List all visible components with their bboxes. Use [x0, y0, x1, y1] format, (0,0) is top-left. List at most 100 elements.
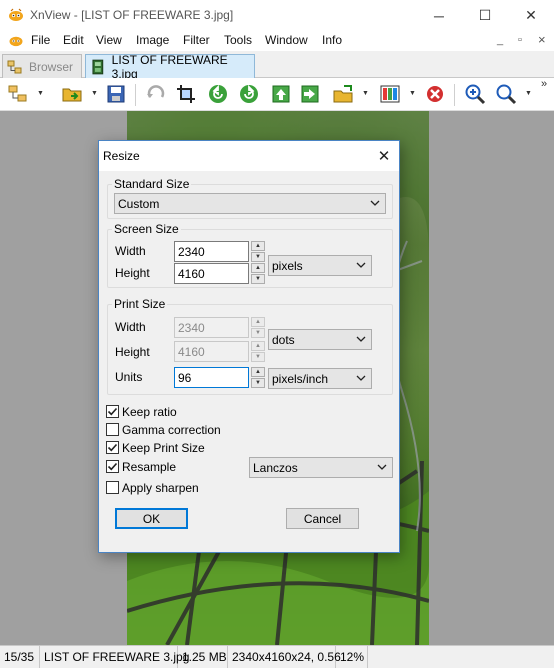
crop-icon[interactable] — [174, 82, 198, 106]
zoom-dropdown-arrow[interactable]: ▼ — [525, 90, 533, 98]
chevron-down-icon — [356, 375, 366, 381]
units-label: Units — [115, 370, 143, 384]
maximize-button[interactable]: ☐ — [462, 0, 508, 31]
chevron-down-icon — [370, 200, 380, 206]
spin-down-icon[interactable]: ▼ — [251, 378, 265, 388]
close-window-button[interactable]: ✕ — [508, 0, 554, 31]
menu-tools[interactable]: Tools — [224, 33, 252, 47]
export-icon[interactable] — [331, 82, 355, 106]
color-adjust-icon[interactable] — [378, 82, 402, 106]
screen-unit-value: pixels — [272, 258, 303, 273]
tab-image-file[interactable]: LIST OF FREEWARE 3.jpg — [85, 53, 255, 81]
chevron-down-icon — [377, 464, 387, 470]
resample-label[interactable]: Resample — [122, 460, 176, 474]
units-spinner[interactable]: ▲ ▼ — [251, 367, 265, 388]
checkmark-icon — [107, 462, 118, 471]
browser-icon[interactable] — [6, 82, 30, 106]
window-title: XnView - [LIST OF FREEWARE 3.jpg] — [30, 8, 234, 22]
color-dropdown-arrow[interactable]: ▼ — [409, 90, 417, 98]
status-filesize: 1.25 MB — [178, 646, 228, 668]
status-image-index: 15/35 — [0, 646, 40, 668]
spin-up-icon: ▲ — [251, 341, 265, 351]
status-filename: LIST OF FREEWARE 3.jpg — [40, 646, 189, 668]
mdi-restore-button[interactable]: ▫ — [518, 34, 522, 46]
save-icon[interactable] — [104, 82, 128, 106]
screen-width-spinner[interactable]: ▲ ▼ — [251, 241, 265, 262]
screen-height-spinner[interactable]: ▲ ▼ — [251, 263, 265, 284]
chevron-down-icon — [356, 336, 366, 342]
standard-size-select[interactable]: Custom — [114, 193, 386, 214]
spin-up-icon[interactable]: ▲ — [251, 241, 265, 251]
delete-icon[interactable] — [423, 82, 447, 106]
toolbar-separator — [454, 84, 455, 106]
print-width-input — [174, 317, 249, 338]
menu-edit[interactable]: Edit — [63, 33, 84, 47]
spin-down-icon[interactable]: ▼ — [251, 252, 265, 262]
ok-button[interactable]: OK — [115, 508, 188, 529]
print-width-spinner: ▲ ▼ — [251, 317, 265, 338]
prev-image-icon[interactable] — [269, 82, 293, 106]
screen-size-label: Screen Size — [114, 222, 179, 236]
open-folder-icon[interactable] — [60, 82, 84, 106]
screen-height-input[interactable] — [174, 263, 249, 284]
menu-info[interactable]: Info — [322, 33, 342, 47]
gamma-correction-checkbox[interactable] — [106, 423, 119, 436]
resample-checkbox[interactable] — [106, 460, 119, 473]
title-bar: XnView - [LIST OF FREEWARE 3.jpg] ─ ☐ ✕ — [0, 0, 554, 31]
image-file-icon — [92, 59, 104, 74]
apply-sharpen-label[interactable]: Apply sharpen — [122, 481, 199, 495]
dialog-close-button[interactable]: ✕ — [372, 144, 396, 168]
print-height-input — [174, 341, 249, 362]
checkmark-icon — [107, 407, 118, 416]
resolution-unit-value: pixels/inch — [272, 371, 329, 386]
spin-up-icon: ▲ — [251, 317, 265, 327]
units-input[interactable] — [174, 367, 249, 388]
cancel-button[interactable]: Cancel — [286, 508, 359, 529]
tab-browser-label: Browser — [29, 59, 74, 74]
keep-ratio-checkbox[interactable] — [106, 405, 119, 418]
toolbar: ▼ ▼ ▼ ▼ ▼ » — [0, 78, 554, 111]
export-dropdown-arrow[interactable]: ▼ — [362, 90, 370, 98]
screen-unit-select[interactable]: pixels — [268, 255, 372, 276]
browser-dropdown-arrow[interactable]: ▼ — [37, 90, 45, 98]
undo-icon[interactable] — [144, 82, 168, 106]
toolbar-separator — [135, 84, 136, 106]
menu-view[interactable]: View — [96, 33, 122, 47]
resolution-unit-select[interactable]: pixels/inch — [268, 368, 372, 389]
menu-window[interactable]: Window — [265, 33, 308, 47]
print-unit-select[interactable]: dots — [268, 329, 372, 350]
rotate-left-icon[interactable] — [206, 82, 230, 106]
zoom-in-icon[interactable] — [463, 82, 487, 106]
dialog-title-bar: Resize ✕ — [99, 141, 399, 171]
tab-browser[interactable]: Browser — [2, 54, 82, 78]
menu-filter[interactable]: Filter — [183, 33, 210, 47]
resample-method-select[interactable]: Lanczos — [249, 457, 393, 478]
keep-print-size-label[interactable]: Keep Print Size — [122, 441, 205, 455]
toolbar-overflow-chevron[interactable]: » — [541, 78, 547, 90]
dialog-title: Resize — [103, 149, 140, 163]
spin-up-icon[interactable]: ▲ — [251, 263, 265, 273]
mdi-close-button[interactable]: × — [538, 32, 546, 47]
spin-up-icon[interactable]: ▲ — [251, 367, 265, 377]
keep-ratio-label[interactable]: Keep ratio — [122, 405, 177, 419]
standard-size-value: Custom — [118, 196, 160, 211]
zoom-1to1-icon[interactable] — [494, 82, 518, 106]
gamma-correction-label[interactable]: Gamma correction — [122, 423, 221, 437]
print-width-label: Width — [115, 320, 146, 334]
next-image-icon[interactable] — [298, 82, 322, 106]
menu-file[interactable]: File — [31, 33, 50, 47]
spin-down-icon: ▼ — [251, 328, 265, 338]
minimize-button[interactable]: ─ — [416, 0, 462, 31]
print-height-label: Height — [115, 345, 150, 359]
open-dropdown-arrow[interactable]: ▼ — [91, 90, 99, 98]
rotate-right-icon[interactable] — [237, 82, 261, 106]
menu-image[interactable]: Image — [136, 33, 169, 47]
print-height-spinner: ▲ ▼ — [251, 341, 265, 362]
keep-print-size-checkbox[interactable] — [106, 441, 119, 454]
mdi-minimize-button[interactable]: _ — [497, 34, 503, 46]
screen-width-input[interactable] — [174, 241, 249, 262]
apply-sharpen-checkbox[interactable] — [106, 481, 119, 494]
status-dimensions: 2340x4160x24, 0.56 — [228, 646, 341, 668]
spin-down-icon[interactable]: ▼ — [251, 274, 265, 284]
spin-down-icon: ▼ — [251, 352, 265, 362]
